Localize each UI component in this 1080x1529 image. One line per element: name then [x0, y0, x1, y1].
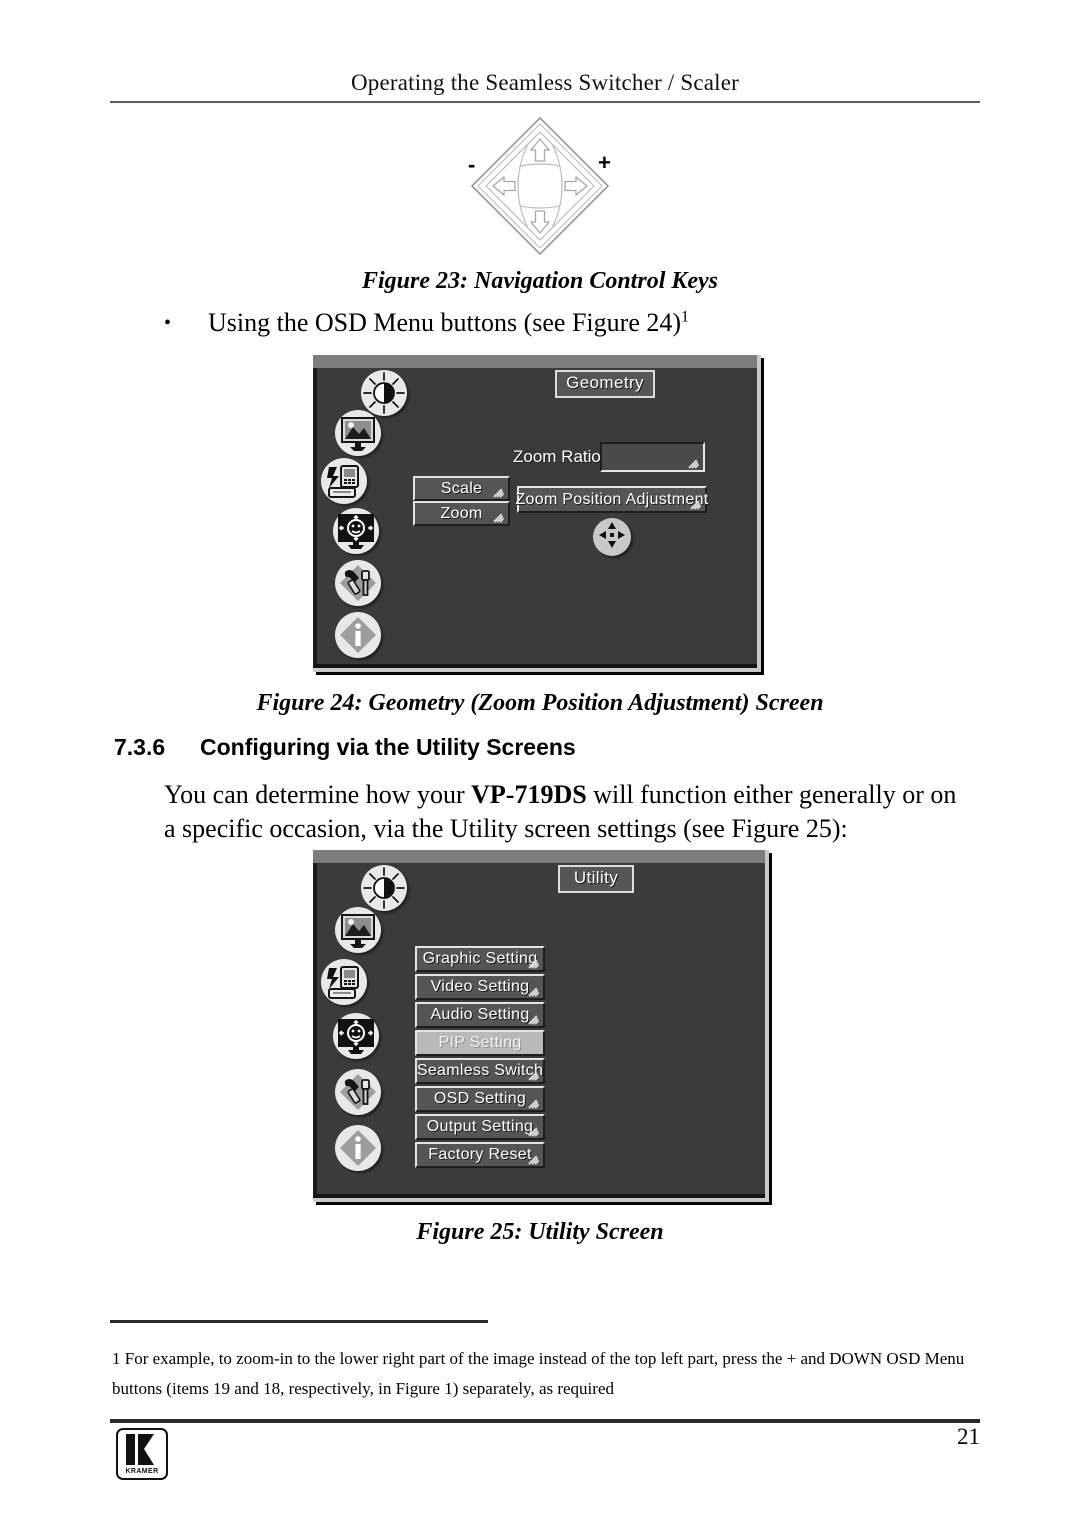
geometry-position-icon: [335, 510, 377, 552]
utility-osd-screen: Utility Graphic Setting Video Setting Au…: [313, 850, 769, 1202]
header-divider: [110, 101, 980, 103]
sidebar-item-information[interactable]: [335, 612, 381, 658]
menu-item-label: Output Setting: [426, 1118, 534, 1135]
menu-item-label: Seamless Switch: [416, 1062, 544, 1079]
bullet-text: Using the OSD Menu buttons (see Figure 2…: [208, 308, 682, 337]
document-page: Operating the Seamless Switcher / Scaler: [0, 0, 1080, 1529]
input-source-icon: [323, 460, 365, 502]
zoom-position-adjustment-button[interactable]: Zoom Position Adjustment: [515, 486, 709, 513]
body-paragraph: You can determine how your VP-719DS will…: [164, 778, 964, 846]
osd-sidebar: [321, 863, 417, 1194]
zoom-ratio-label: Zoom Ratio: [513, 447, 601, 466]
zoom-ratio-field[interactable]: [600, 442, 705, 472]
osd-content-area: Utility Graphic Setting Video Setting Au…: [313, 863, 765, 1198]
footer-divider: [110, 1419, 980, 1423]
footnote-reference: 1: [681, 308, 690, 326]
sidebar-item-brightness-contrast[interactable]: [361, 370, 407, 416]
product-model-name: VP-719DS: [471, 780, 587, 809]
resize-grip-icon: [528, 987, 541, 997]
resize-grip-icon: [493, 513, 506, 523]
screen-title-utility: Utility: [558, 865, 634, 893]
brightness-contrast-icon: [362, 371, 406, 415]
plus-label: +: [598, 150, 611, 175]
section-number: 7.3.6: [114, 734, 166, 760]
sidebar-item-input-source[interactable]: [321, 959, 367, 1005]
four-way-arrows-icon: [597, 520, 627, 555]
footnote-separator: [110, 1320, 488, 1323]
sidebar-item-picture[interactable]: [335, 907, 381, 953]
sidebar-item-utility[interactable]: [335, 1069, 381, 1115]
information-icon: [337, 1127, 379, 1169]
menu-item-audio-setting[interactable]: Audio Setting: [415, 1002, 545, 1028]
osd-titlebar: [313, 850, 765, 863]
figure-23-caption: Figure 23: Navigation Control Keys: [361, 268, 719, 294]
sidebar-item-information[interactable]: [335, 1125, 381, 1171]
bullet-item-osd-menu-buttons: • Using the OSD Menu buttons (see Figure …: [164, 306, 964, 340]
footnote-marker: 1: [112, 1349, 121, 1368]
footnote-text: For example, to zoom-in to the lower rig…: [112, 1349, 965, 1398]
screen-title-geometry: Geometry: [555, 370, 655, 398]
sidebar-item-geometry[interactable]: [333, 508, 379, 554]
utility-tools-icon: [337, 1071, 379, 1113]
resize-grip-icon: [688, 459, 701, 469]
picture-image-icon: [337, 909, 379, 951]
menu-item-osd-setting[interactable]: OSD Setting: [415, 1086, 545, 1112]
navigation-keypad: [466, 112, 614, 260]
menu-item-label: Audio Setting: [430, 1006, 530, 1023]
sidebar-item-input-source[interactable]: [321, 458, 367, 504]
section-title: Configuring via the Utility Screens: [200, 734, 576, 760]
scale-button-label: Scale: [440, 479, 483, 497]
menu-item-label: Graphic Setting: [422, 950, 538, 967]
brightness-contrast-icon: [362, 866, 406, 910]
picture-image-icon: [337, 412, 379, 454]
input-source-icon: [323, 961, 365, 1003]
geometry-osd-screen: Geometry Zoom Ratio Scale Zoom Zoom Posi…: [313, 355, 761, 672]
menu-item-label: OSD Setting: [433, 1090, 527, 1107]
osd-sidebar: [321, 368, 417, 664]
resize-grip-icon: [493, 488, 506, 498]
osd-content-area: Geometry Zoom Ratio Scale Zoom Zoom Posi…: [313, 368, 757, 668]
section-heading: 7.3.6 Configuring via the Utility Screens: [114, 734, 974, 761]
page-number: 21: [957, 1424, 980, 1449]
menu-item-pip-setting[interactable]: PIP Setting: [415, 1030, 545, 1056]
figure-25-caption: Figure 25: Utility Screen: [416, 1219, 664, 1245]
figure-23-navigation-keys: - +: [0, 108, 1080, 258]
bullet-marker: •: [164, 312, 172, 334]
sidebar-item-picture[interactable]: [335, 410, 381, 456]
zoom-button-label: Zoom: [440, 504, 483, 522]
kramer-logo: KRAMER: [116, 1428, 168, 1480]
utility-tools-icon: [337, 562, 379, 604]
osd-titlebar: [313, 355, 757, 368]
running-header: Operating the Seamless Switcher / Scaler: [350, 70, 740, 95]
menu-item-output-setting[interactable]: Output Setting: [415, 1114, 545, 1140]
minus-label: -: [468, 152, 476, 177]
menu-item-seamless-switch[interactable]: Seamless Switch: [415, 1058, 545, 1084]
menu-item-factory-reset[interactable]: Factory Reset: [415, 1142, 545, 1168]
menu-item-label: Video Setting: [430, 978, 530, 995]
sidebar-item-geometry[interactable]: [333, 1013, 379, 1059]
sidebar-item-utility[interactable]: [335, 560, 381, 606]
zoom-button[interactable]: Zoom: [413, 501, 510, 526]
kramer-k-icon: [126, 1434, 154, 1465]
sidebar-item-brightness-contrast[interactable]: [361, 865, 407, 911]
paragraph-part-1: You can determine how your: [164, 780, 472, 809]
menu-item-label: Factory Reset: [428, 1146, 532, 1163]
menu-item-label: PIP Setting: [438, 1034, 522, 1051]
information-icon: [337, 614, 379, 656]
figure-24-caption: Figure 24: Geometry (Zoom Position Adjus…: [256, 690, 824, 716]
resize-grip-icon: [528, 1015, 541, 1025]
scale-button[interactable]: Scale: [413, 476, 510, 501]
resize-grip-icon: [528, 1099, 541, 1109]
footnote: 1 For example, to zoom-in to the lower r…: [112, 1344, 978, 1404]
menu-item-video-setting[interactable]: Video Setting: [415, 974, 545, 1000]
zoom-position-adjustment-label: Zoom Position Adjustment: [515, 490, 709, 508]
kramer-wordmark: KRAMER: [125, 1468, 159, 1475]
four-way-arrow-pad[interactable]: [593, 518, 631, 556]
geometry-position-icon: [335, 1015, 377, 1057]
menu-item-graphic-setting[interactable]: Graphic Setting: [415, 946, 545, 972]
